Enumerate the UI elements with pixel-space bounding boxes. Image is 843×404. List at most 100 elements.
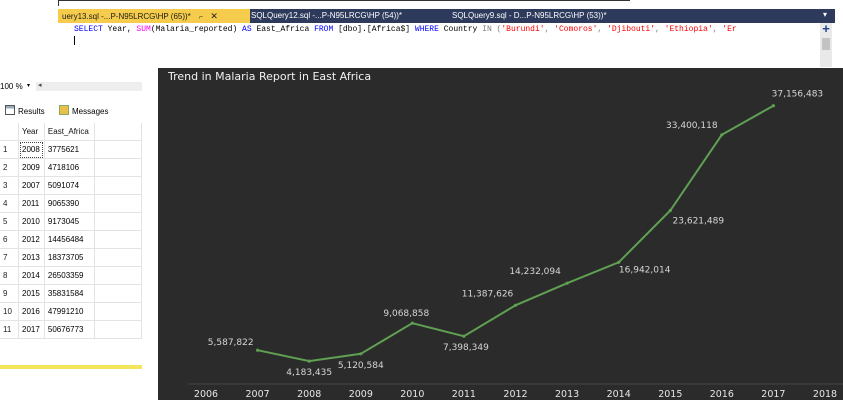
- chart-canvas: 5,587,822 4,183,435 5,120,584 9,068,858 7,39…: [188, 90, 843, 400]
- tab-query13-label: uery13.sql -...P-N95LRCG\HP (65))*: [62, 12, 191, 21]
- cell-year[interactable]: 2007: [18, 176, 45, 195]
- cell-year[interactable]: 2013: [18, 248, 45, 267]
- tab-query13[interactable]: uery13.sql -...P-N95LRCG\HP (65))* ⌐ ✕: [58, 9, 250, 23]
- cell-year[interactable]: 2011: [18, 194, 45, 213]
- table-row[interactable]: 5 2010 9173045: [0, 212, 142, 231]
- data-point: [617, 260, 621, 264]
- cell-east-africa[interactable]: 26503359: [44, 266, 96, 285]
- grid-filler: [94, 158, 142, 177]
- cell-year[interactable]: 2015: [18, 284, 45, 303]
- sql-keyword: SELECT: [74, 25, 103, 34]
- tab-query12[interactable]: SQLQuery12.sql -...P-N95LRCG\HP (54))*: [251, 9, 402, 23]
- split-icon[interactable]: +: [820, 22, 832, 35]
- data-point: [771, 104, 776, 108]
- tab-query9[interactable]: SQLQuery9.sql - D...P-N95LRCG\HP (53))*: [452, 9, 607, 23]
- sql-text[interactable]: SELECT Year, SUM(Malaria_reported) AS Ea…: [74, 25, 737, 34]
- cell-east-africa[interactable]: 9173045: [44, 212, 96, 231]
- tab-messages[interactable]: Messages: [57, 105, 108, 118]
- zoom-select[interactable]: 100 %: [0, 82, 23, 91]
- cell-year[interactable]: 2010: [18, 212, 45, 231]
- data-point: [410, 321, 414, 325]
- cell-east-africa[interactable]: 9065390: [44, 194, 96, 213]
- query-editor[interactable]: SELECT Year, SUM(Malaria_reported) AS Ea…: [58, 22, 835, 67]
- grid-filler: [94, 212, 142, 231]
- data-label: 5,120,584: [338, 361, 384, 371]
- data-point: [256, 348, 260, 352]
- cell-year[interactable]: 2016: [18, 302, 45, 321]
- column-header-year[interactable]: Year: [18, 123, 45, 141]
- scrollbar-thumb[interactable]: [822, 38, 830, 50]
- table-row[interactable]: 7 2013 18373705: [0, 248, 142, 267]
- cell-year[interactable]: 2009: [18, 158, 45, 177]
- data-label: 33,400,118: [666, 121, 718, 131]
- data-label: 5,587,822: [208, 338, 254, 348]
- table-row[interactable]: 11 2017 50676773: [0, 320, 142, 339]
- row-number[interactable]: 5: [0, 212, 19, 231]
- row-number[interactable]: 6: [0, 230, 19, 249]
- sql-token: (: [491, 25, 502, 34]
- row-number[interactable]: 2: [0, 158, 19, 177]
- cell-east-africa[interactable]: 50676773: [44, 320, 96, 339]
- data-point: [307, 359, 311, 363]
- grid-filler: [94, 248, 142, 267]
- editor-vertical-scrollbar[interactable]: +: [820, 22, 832, 67]
- tab-query9-label: SQLQuery9.sql - D...P-N95LRCG\HP (53))*: [452, 11, 607, 20]
- grid-filler: [94, 266, 142, 285]
- results-tab-bar: Results Messages: [0, 103, 142, 119]
- row-number[interactable]: 8: [0, 266, 19, 285]
- data-label: 23,621,489: [673, 217, 725, 227]
- row-number[interactable]: 1: [0, 140, 19, 159]
- close-icon[interactable]: ✕: [210, 11, 218, 21]
- cell-east-africa[interactable]: 18373705: [44, 248, 96, 267]
- row-number[interactable]: 4: [0, 194, 19, 213]
- column-header-east-africa[interactable]: East_Africa: [44, 123, 96, 141]
- table-row[interactable]: 10 2016 47991210: [0, 302, 142, 321]
- chevron-down-icon[interactable]: ▾: [27, 82, 30, 89]
- table-row[interactable]: 6 2012 14456484: [0, 230, 142, 249]
- x-tick-label: 2008: [297, 389, 321, 400]
- sql-string: 'Djibouti': [607, 25, 656, 34]
- cell-year[interactable]: 2008: [18, 140, 45, 159]
- tab-overflow-icon[interactable]: ▾: [823, 10, 827, 19]
- row-number[interactable]: 9: [0, 284, 19, 303]
- tab-results[interactable]: Results: [3, 105, 45, 118]
- row-number[interactable]: 10: [0, 302, 19, 321]
- table-row[interactable]: 8 2014 26503359: [0, 266, 142, 285]
- row-number[interactable]: 11: [0, 320, 19, 339]
- cell-year[interactable]: 2017: [18, 320, 45, 339]
- data-label: 16,942,014: [619, 265, 671, 275]
- data-point: [513, 303, 518, 307]
- tab-query12-label: SQLQuery12.sql -...P-N95LRCG\HP (54))*: [251, 11, 403, 20]
- sql-function: SUM: [136, 25, 151, 34]
- cell-east-africa[interactable]: 35831584: [44, 284, 96, 303]
- window-border: [58, 0, 630, 6]
- data-label: 11,387,626: [462, 289, 514, 299]
- cell-year[interactable]: 2014: [18, 266, 45, 285]
- pin-icon[interactable]: ⌐: [199, 14, 203, 21]
- results-grid: Year East_Africa 1 2008 3775621 2 2009 471810…: [0, 123, 142, 339]
- cell-east-africa[interactable]: 4718106: [44, 158, 96, 177]
- x-tick-label: 2013: [555, 389, 579, 400]
- chart-title: Trend in Malaria Report in East Africa: [168, 70, 372, 83]
- cell-east-africa[interactable]: 5091074: [44, 176, 96, 195]
- table-row[interactable]: 3 2007 5091074: [0, 176, 142, 195]
- cell-east-africa[interactable]: 14456484: [44, 230, 96, 249]
- cell-year[interactable]: 2012: [18, 230, 45, 249]
- table-row[interactable]: 2 2009 4718106: [0, 158, 142, 177]
- grid-filler: [94, 320, 142, 339]
- row-number[interactable]: 3: [0, 176, 19, 195]
- cell-east-africa[interactable]: 47991210: [44, 302, 96, 321]
- table-row[interactable]: 1 2008 3775621: [0, 140, 142, 159]
- scroll-left-icon[interactable]: ◂: [38, 81, 42, 89]
- table-row[interactable]: 9 2015 35831584: [0, 284, 142, 303]
- cell-east-africa[interactable]: 3775621: [44, 140, 96, 159]
- x-tick-label: 2011: [452, 389, 476, 400]
- sql-token: Country: [438, 25, 483, 34]
- data-point: [720, 133, 724, 137]
- sql-token: ,: [597, 25, 608, 34]
- sql-keyword: IN: [482, 25, 492, 34]
- sql-token: ,: [655, 25, 665, 34]
- row-number[interactable]: 7: [0, 248, 19, 267]
- results-horizontal-scrollbar[interactable]: ◂: [36, 82, 142, 91]
- table-row[interactable]: 4 2011 9065390: [0, 194, 142, 213]
